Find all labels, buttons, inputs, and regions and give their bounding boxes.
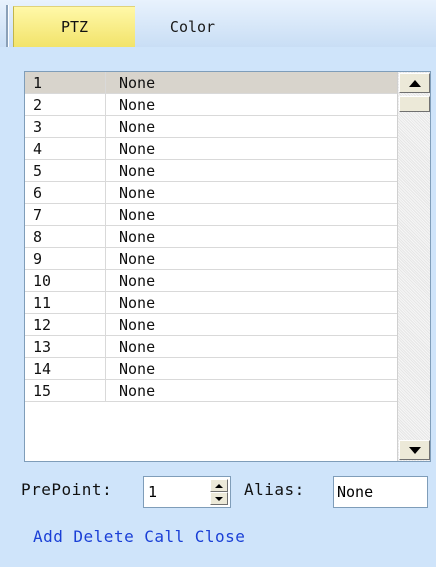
preset-row[interactable]: 1 None [25,72,398,94]
preset-name: None [119,206,156,224]
preset-number: 3 [25,116,106,137]
preset-number: 4 [25,138,106,159]
preset-name: None [119,316,156,334]
list-scrollbar[interactable] [397,72,430,461]
preset-number: 5 [25,160,106,181]
call-link[interactable]: Call [144,527,185,546]
stepper-up-icon [215,483,223,488]
preset-row[interactable]: 10 None [25,270,398,292]
delete-link[interactable]: Delete [73,527,134,546]
stepper-down-icon [215,496,223,501]
preset-name: None [119,96,156,114]
preset-name: None [119,382,156,400]
alias-field[interactable] [333,476,428,508]
preset-name: None [119,118,156,136]
preset-number: 9 [25,248,106,269]
preset-number: 12 [25,314,106,335]
action-links: Add Delete Call Close [33,527,255,546]
preset-row[interactable]: 14 None [25,358,398,380]
preset-number: 7 [25,204,106,225]
stepper-up-button[interactable] [210,479,228,492]
preset-row[interactable]: 15 None [25,380,398,402]
preset-name: None [119,184,156,202]
preset-name: None [119,74,156,92]
prepoint-label: PrePoint: [21,480,113,499]
preset-number: 11 [25,292,106,313]
preset-row[interactable]: 5 None [25,160,398,182]
preset-number: 15 [25,380,106,401]
preset-list[interactable]: 1 None 2 None 3 None 4 None 5 None 6 None 7 None 8 None… [24,71,431,462]
add-link[interactable]: Add [33,527,63,546]
prepoint-stepper[interactable] [143,476,231,508]
preset-number: 10 [25,270,106,291]
prepoint-input[interactable] [146,479,210,505]
stepper-down-button[interactable] [210,492,228,505]
preset-row[interactable]: 2 None [25,94,398,116]
preset-name: None [119,228,156,246]
preset-row[interactable]: 7 None [25,204,398,226]
scroll-up-button[interactable] [399,73,430,93]
tab-ptz-label: PTZ [60,18,89,36]
tab-color-label: Color [169,17,216,36]
preset-number: 1 [25,72,106,93]
preset-number: 8 [25,226,106,247]
preset-name: None [119,294,156,312]
preset-row[interactable]: 8 None [25,226,398,248]
arrow-up-icon [408,79,421,87]
preset-row[interactable]: 12 None [25,314,398,336]
preset-number: 13 [25,336,106,357]
preset-name: None [119,162,156,180]
scroll-down-button[interactable] [399,440,430,460]
preset-row[interactable]: 4 None [25,138,398,160]
preset-row[interactable]: 11 None [25,292,398,314]
preset-number: 6 [25,182,106,203]
arrow-down-icon [408,446,421,454]
preset-name: None [119,360,156,378]
preset-number: 2 [25,94,106,115]
preset-rows: 1 None 2 None 3 None 4 None 5 None 6 None 7 None 8 None… [25,72,398,402]
preset-name: None [119,250,156,268]
scroll-thumb[interactable] [399,96,430,112]
tab-color[interactable]: Color [135,6,250,47]
tab-bar: PTZ Color [0,0,436,47]
preset-name: None [119,272,156,290]
tab-ptz[interactable]: PTZ [13,6,135,47]
preset-number: 14 [25,358,106,379]
preset-row[interactable]: 13 None [25,336,398,358]
tab-bar-edge [6,5,9,47]
preset-name: None [119,140,156,158]
close-link[interactable]: Close [195,527,246,546]
preset-name: None [119,338,156,356]
preset-row[interactable]: 6 None [25,182,398,204]
preset-row[interactable]: 9 None [25,248,398,270]
preset-row[interactable]: 3 None [25,116,398,138]
alias-label: Alias: [244,480,305,499]
